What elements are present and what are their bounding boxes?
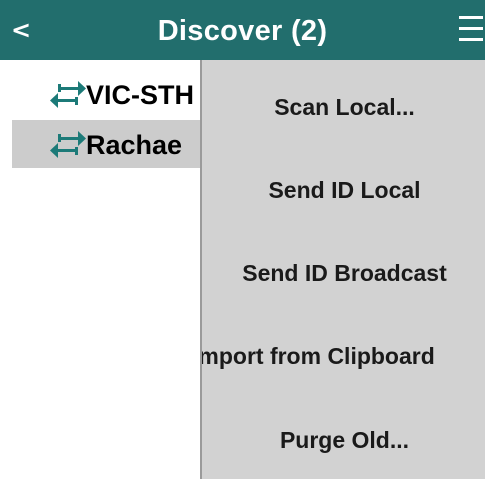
app-header: < Discover (2)	[0, 0, 485, 60]
menu-item-send-id-local[interactable]: Send ID Local	[202, 160, 485, 220]
swap-arrows-icon	[50, 131, 86, 158]
menu-item-send-id-broadcast[interactable]: Send ID Broadcast	[202, 243, 485, 303]
swap-arrows-icon	[50, 81, 86, 108]
page-title: Discover (2)	[157, 15, 328, 47]
menu-item-purge-old[interactable]: Purge Old...	[202, 410, 485, 470]
list-item-label: VIC-STH	[86, 80, 194, 110]
overflow-menu: Scan Local... Send ID Local Send ID Broa…	[200, 60, 485, 479]
menu-item-scan-local[interactable]: Scan Local...	[202, 77, 485, 137]
hamburger-icon[interactable]	[455, 14, 485, 44]
list-item-label: Rachae	[86, 130, 183, 160]
menu-item-import-from-clipboard[interactable]: Import from Clipboard	[202, 326, 477, 386]
